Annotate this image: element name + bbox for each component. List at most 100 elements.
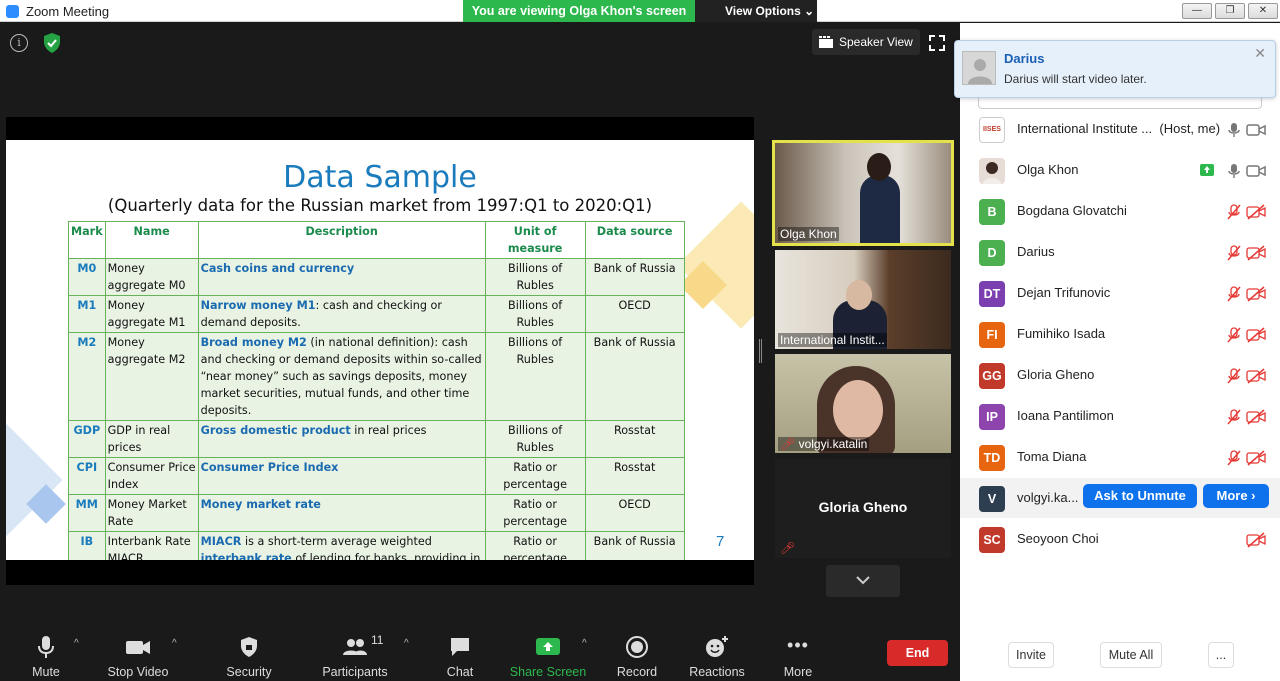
minimize-button[interactable]: — [1182, 3, 1212, 19]
participant-name: Bogdana Glovatchi [1017, 203, 1127, 218]
video-off-icon[interactable] [1246, 245, 1266, 261]
cell-description: Narrow money M1: cash and checking or de… [197, 295, 486, 333]
muted-microphone-icon[interactable] [1226, 450, 1242, 466]
cell-mark: M0 [68, 258, 106, 296]
view-options-label: View Options [725, 4, 801, 18]
video-tile-name: International Instit... [778, 333, 887, 347]
invite-button[interactable]: Invite [1008, 642, 1054, 668]
slide-page-number: 7 [716, 533, 725, 550]
share-screen-button[interactable]: Share Screen [508, 635, 588, 679]
speaker-view-button[interactable]: Speaker View [812, 29, 920, 55]
video-off-icon[interactable] [1246, 532, 1266, 548]
cell-source: OECD [584, 295, 685, 333]
chevron-down-icon: ⌄ [804, 4, 815, 18]
stop-video-label: Stop Video [107, 665, 169, 679]
participant-row[interactable]: FI Fumihiko Isada [960, 314, 1280, 355]
end-meeting-button[interactable]: End [887, 640, 948, 666]
cell-description: Broad money M2 (in national definition):… [197, 332, 486, 421]
avatar: B [979, 199, 1005, 225]
video-tile-olga-khon[interactable]: Olga Khon [772, 140, 954, 246]
participant-head [846, 280, 872, 310]
muted-microphone-icon[interactable] [1226, 327, 1242, 343]
description-text: is a short-term average weighted [241, 535, 432, 548]
slide-title: Data Sample [283, 160, 477, 195]
stop-video-button[interactable]: Stop Video [98, 635, 178, 679]
participant-name: Ioana Pantilimon [1017, 408, 1114, 423]
participant-row[interactable]: Olga Khon [960, 150, 1280, 191]
cell-mark: GDP [68, 420, 106, 458]
video-off-icon[interactable] [1246, 204, 1266, 220]
audio-options-caret[interactable]: ^ [74, 638, 79, 649]
close-icon[interactable]: ✕ [1254, 45, 1266, 62]
muted-microphone-icon[interactable] [1226, 286, 1242, 302]
cell-mark: MM [68, 494, 106, 532]
participants-button[interactable]: 11 Participants [315, 633, 395, 679]
video-tile-host[interactable]: International Instit... [775, 250, 951, 349]
participant-row[interactable]: TD Toma Diana [960, 437, 1280, 478]
cell-unit: Billions of Rubles [484, 332, 586, 421]
participant-row[interactable]: DT Dejan Trifunovic [960, 273, 1280, 314]
chat-button[interactable]: Chat [420, 635, 500, 679]
participant-row[interactable]: GG Gloria Gheno [960, 355, 1280, 396]
video-off-icon[interactable] [1246, 368, 1266, 384]
video-off-icon[interactable] [1246, 286, 1266, 302]
cell-unit: Ratio or percentage [484, 494, 586, 532]
toast-message: Darius will start video later. [1004, 72, 1147, 86]
zoom-app-icon [6, 5, 19, 18]
participants-count: 11 [371, 633, 384, 647]
close-button[interactable]: ✕ [1248, 3, 1278, 19]
video-off-icon[interactable] [1246, 450, 1266, 466]
muted-microphone-icon[interactable] [1226, 368, 1242, 384]
fullscreen-icon[interactable] [929, 35, 945, 51]
participant-row[interactable]: B Bogdana Glovatchi [960, 191, 1280, 232]
cell-unit: Billions of Rubles [484, 420, 586, 458]
splitter-handle[interactable] [759, 339, 762, 363]
avatar: IP [979, 404, 1005, 430]
muted-microphone-icon[interactable] [1226, 245, 1242, 261]
security-shield-icon [209, 635, 289, 659]
presentation-slide: Data Sample (Quarterly data for the Russ… [6, 140, 754, 560]
muted-microphone-icon[interactable] [1226, 409, 1242, 425]
table-row: M1 Money aggregate M1 Narrow money M1: c… [68, 295, 685, 333]
record-label: Record [616, 665, 658, 679]
video-tile-volgyi-katalin[interactable]: 🎤︎ volgyi.katalin [775, 354, 951, 453]
participant-row[interactable]: IISES International Institute ... (Host,… [960, 109, 1280, 150]
cell-description: Cash coins and currency [197, 258, 486, 296]
video-off-icon[interactable] [1246, 327, 1266, 343]
participant-more-button[interactable]: More › [1203, 484, 1269, 508]
participant-row[interactable]: SC Seoyoon Choi [960, 519, 1280, 560]
mute-all-button[interactable]: Mute All [1100, 642, 1162, 668]
share-screen-label: Share Screen [509, 665, 587, 679]
participants-options-caret[interactable]: ^ [404, 638, 409, 649]
view-options-button[interactable]: View Options ⌄ [695, 0, 817, 22]
reactions-button[interactable]: Reactions [677, 635, 757, 679]
cell-name: Money Market Rate [104, 494, 199, 532]
microphone-icon[interactable] [1226, 122, 1242, 138]
participant-row[interactable]: IP Ioana Pantilimon [960, 396, 1280, 437]
muted-microphone-icon[interactable] [1226, 204, 1242, 220]
maximize-button[interactable]: ❐ [1215, 3, 1245, 19]
encryption-shield-icon[interactable] [42, 32, 62, 54]
description-highlight: Broad money M2 [200, 336, 307, 349]
participant-row[interactable]: D Darius [960, 232, 1280, 273]
video-camera-icon[interactable] [1246, 122, 1266, 138]
participant-row[interactable]: V volgyi.ka... Ask to Unmute More › [960, 478, 1280, 518]
cell-unit: Ratio or percentage [484, 531, 586, 560]
more-button[interactable]: ••• More [758, 635, 838, 679]
info-icon[interactable]: i [10, 34, 28, 52]
ask-to-unmute-button[interactable]: Ask to Unmute [1083, 484, 1197, 508]
security-button[interactable]: Security [209, 635, 289, 679]
muted-mic-icon: 🎤︎ [780, 541, 796, 555]
video-tile-gloria-gheno[interactable]: Gloria Gheno 🎤︎ [775, 459, 951, 558]
scroll-down-button[interactable] [826, 565, 900, 597]
video-camera-icon[interactable] [1246, 163, 1266, 179]
video-camera-icon [98, 635, 178, 659]
record-button[interactable]: Record [597, 635, 677, 679]
video-options-caret[interactable]: ^ [172, 638, 177, 649]
participant-name: Fumihiko Isada [1017, 326, 1106, 341]
cell-source: Rosstat [584, 457, 685, 495]
panel-more-options-button[interactable]: ... [1208, 642, 1234, 668]
video-off-icon[interactable] [1246, 409, 1266, 425]
microphone-icon[interactable] [1226, 163, 1242, 179]
share-options-caret[interactable]: ^ [582, 638, 587, 649]
